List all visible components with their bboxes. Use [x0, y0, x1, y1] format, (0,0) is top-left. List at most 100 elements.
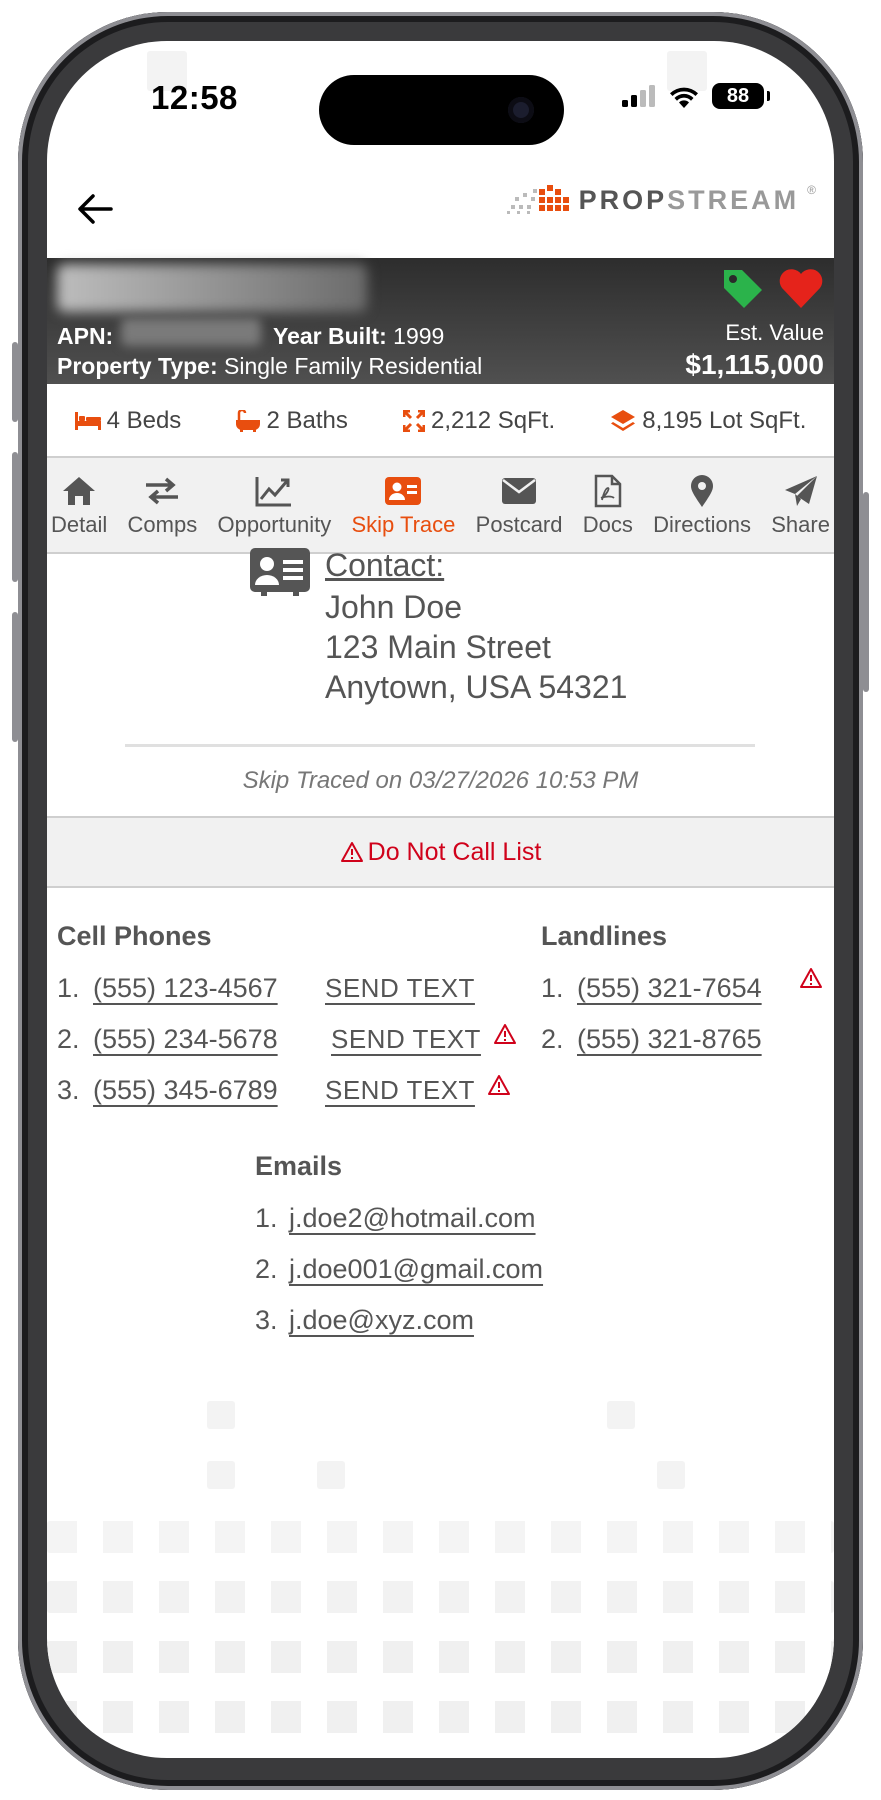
logo-text-light: STREAM: [667, 184, 800, 215]
tab-label: Skip Trace: [351, 512, 456, 537]
action-button: [12, 342, 18, 422]
year-built-value: 1999: [393, 323, 445, 349]
logo-mark-icon: [506, 185, 569, 214]
tab-label: Comps: [127, 512, 198, 537]
est-value-label: Est. Value: [725, 320, 824, 345]
list-number: 2.: [541, 1024, 564, 1054]
volume-down-button: [12, 612, 18, 742]
tab-postcard[interactable]: Postcard: [476, 458, 563, 552]
fact-lot: 8,195 Lot SqFt.: [610, 407, 806, 435]
tab-label: Postcard: [475, 512, 563, 537]
property-tabs: Detail Comps Opportunity Skip Trace Post…: [47, 458, 834, 554]
status-time: 12:58: [151, 79, 238, 116]
do-not-call-label: Do Not Call List: [367, 837, 542, 866]
tag-icon[interactable]: [720, 266, 766, 312]
tab-label: Directions: [653, 512, 751, 537]
contact-card-icon: [385, 477, 422, 505]
cell-phone-link[interactable]: (555) 123-4567: [93, 973, 278, 1004]
apn-label: APN:: [57, 323, 114, 349]
list-number: 2.: [57, 1024, 80, 1054]
list-number: 3.: [255, 1305, 278, 1335]
list-number: 2.: [255, 1254, 278, 1284]
propstream-logo: PROPSTREAM ®: [500, 179, 822, 221]
tab-detail[interactable]: Detail: [51, 458, 107, 552]
expand-icon: [403, 410, 426, 432]
wifi-icon: [670, 87, 698, 108]
landline-phone-link[interactable]: (555) 321-7654: [577, 973, 762, 1004]
property-header: APN: Year Built: 1999 Property Type: Sin…: [47, 258, 834, 384]
tab-directions[interactable]: Directions: [653, 458, 751, 552]
email-link[interactable]: j.doe2@hotmail.com: [289, 1203, 536, 1234]
bed-icon: [74, 412, 101, 430]
list-number: 1.: [255, 1203, 278, 1233]
cellular-signal-icon: [622, 85, 655, 107]
email-row: 1. j.doe2@hotmail.com: [255, 1203, 536, 1234]
cell-phones-title: Cell Phones: [57, 921, 212, 951]
email-link[interactable]: j.doe001@gmail.com: [289, 1254, 543, 1285]
back-arrow-icon[interactable]: [75, 189, 115, 229]
baths-value: 2 Baths: [266, 407, 348, 434]
power-button: [863, 492, 869, 692]
warning-icon: [488, 1075, 510, 1095]
send-text-button[interactable]: SEND TEXT: [331, 1024, 481, 1055]
email-link[interactable]: j.doe@xyz.com: [289, 1305, 474, 1336]
volume-up-button: [12, 452, 18, 582]
contact-street: 123 Main Street: [325, 629, 551, 665]
fact-beds: 4 Beds: [74, 407, 182, 435]
status-bar: 12:58 88: [47, 41, 834, 145]
tab-skip-trace[interactable]: Skip Trace: [351, 458, 455, 552]
email-row: 3. j.doe@xyz.com: [255, 1305, 474, 1336]
camera-icon: [508, 97, 534, 123]
tab-docs[interactable]: Docs: [583, 458, 633, 552]
tab-label: Opportunity: [217, 512, 332, 537]
sqft-value: 2,212 SqFt.: [431, 407, 556, 434]
contact-label: Contact:: [325, 547, 445, 583]
envelope-icon: [502, 478, 537, 504]
cell-phone-link[interactable]: (555) 234-5678: [93, 1024, 278, 1055]
contact-card-icon: [250, 548, 310, 596]
cell-phone-row: 3. (555) 345-6789: [57, 1075, 278, 1106]
contact-city: Anytown, USA 54321: [325, 669, 628, 705]
exchange-icon: [146, 477, 179, 505]
landline-row: 2. (555) 321-8765: [541, 1024, 762, 1055]
property-type-label: Property Type:: [57, 353, 218, 379]
send-text-button[interactable]: SEND TEXT: [325, 973, 475, 1004]
screen: 12:58 88 PROPSTREAM ® APN: Year Built: 1…: [47, 41, 834, 1758]
battery-indicator: 88: [712, 83, 770, 109]
logo-text-main: PROP: [578, 184, 668, 215]
email-row: 2. j.doe001@gmail.com: [255, 1254, 543, 1285]
warning-icon: [494, 1024, 516, 1044]
est-value: $1,115,000: [685, 349, 824, 380]
logo-registered-mark: ®: [807, 183, 816, 197]
tab-label: Docs: [582, 512, 633, 537]
redacted-apn: [121, 318, 261, 346]
lot-value: 8,195 Lot SqFt.: [642, 407, 807, 434]
tab-share[interactable]: Share: [771, 458, 830, 552]
tab-label: Share: [771, 512, 830, 537]
landline-phone-link[interactable]: (555) 321-8765: [577, 1024, 762, 1055]
favorite-heart-icon[interactable]: [777, 266, 825, 310]
tab-label: Detail: [51, 512, 108, 537]
layers-icon: [611, 410, 636, 431]
cell-phone-link[interactable]: (555) 345-6789: [93, 1075, 278, 1106]
home-icon: [63, 477, 96, 505]
property-facts: 4 Beds 2 Baths 2,212 SqFt. 8,195 Lot SqF…: [47, 386, 834, 458]
bathtub-icon: [236, 410, 261, 432]
list-number: 1.: [541, 973, 564, 1003]
landline-row: 1. (555) 321-7654: [541, 973, 762, 1004]
do-not-call-banner: Do Not Call List: [47, 816, 834, 888]
fact-baths: 2 Baths: [236, 407, 348, 435]
list-number: 1.: [57, 973, 80, 1003]
send-text-button[interactable]: SEND TEXT: [325, 1075, 475, 1106]
emails-title: Emails: [255, 1151, 343, 1181]
tab-comps[interactable]: Comps: [127, 458, 198, 552]
paper-plane-icon: [784, 476, 817, 506]
beds-value: 4 Beds: [106, 407, 182, 434]
list-number: 3.: [57, 1075, 80, 1105]
property-type-value: Single Family Residential: [224, 353, 483, 379]
warning-icon: [340, 842, 363, 862]
redacted-address: [57, 264, 367, 312]
dynamic-island: [319, 75, 564, 145]
tab-opportunity[interactable]: Opportunity: [217, 458, 331, 552]
line-chart-icon: [255, 477, 292, 507]
